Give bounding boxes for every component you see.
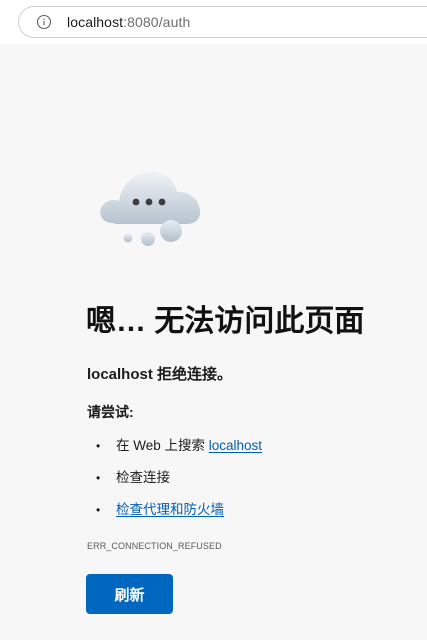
url-path: :8080/auth <box>123 14 191 30</box>
suggestion-check-proxy: • 检查代理和防火墙 <box>87 498 262 530</box>
browser-toolbar: localhost:8080/auth <box>0 0 427 44</box>
search-localhost-link[interactable]: localhost <box>209 438 262 453</box>
try-heading: 请尝试: <box>87 404 134 420</box>
suggestion-check-connection: • 检查连接 <box>87 466 262 498</box>
check-connection-text: 检查连接 <box>116 470 170 485</box>
search-prefix-text: 在 Web 上搜索 <box>116 438 209 453</box>
bullet: • <box>96 439 101 453</box>
bullet: • <box>96 471 101 485</box>
suggestion-search: • 在 Web 上搜索 localhost <box>87 434 262 466</box>
bullet: • <box>96 503 101 517</box>
refresh-button[interactable]: 刷新 <box>86 574 173 614</box>
url-host: localhost <box>67 14 124 30</box>
suggestion-list: • 在 Web 上搜索 localhost • 检查连接 • 检查代理和防火墙 <box>87 434 262 530</box>
page-title: 嗯… 无法访问此页面 <box>86 305 365 338</box>
check-proxy-firewall-link[interactable]: 检查代理和防火墙 <box>116 502 224 517</box>
url-text[interactable]: localhost:8080/auth <box>67 14 190 30</box>
cloud-with-dots-icon <box>95 168 207 248</box>
address-bar[interactable]: localhost:8080/auth <box>18 6 427 38</box>
info-circle-icon[interactable] <box>36 14 52 30</box>
error-subtitle: localhost 拒绝连接。 <box>87 366 233 383</box>
error-code: ERR_CONNECTION_REFUSED <box>87 541 222 551</box>
